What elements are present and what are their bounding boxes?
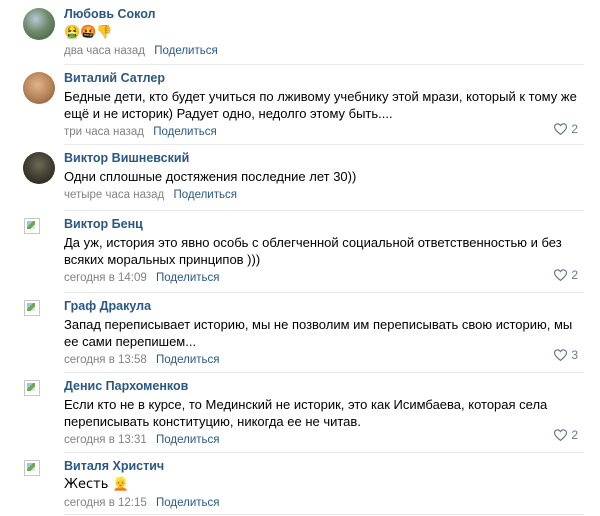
avatar-broken-image-icon[interactable] bbox=[24, 218, 40, 234]
like-count: 2 bbox=[571, 122, 578, 136]
share-link[interactable]: Поделиться bbox=[156, 272, 220, 284]
share-link[interactable]: Поделиться bbox=[156, 434, 220, 446]
comment-text: Да уж, история это явно особь с облегчен… bbox=[64, 235, 562, 267]
comment-time[interactable]: сегодня в 13:31 bbox=[64, 434, 147, 446]
heart-outline-icon bbox=[554, 349, 568, 361]
share-link[interactable]: Поделиться bbox=[154, 45, 218, 57]
avatar[interactable] bbox=[23, 8, 55, 40]
avatar[interactable] bbox=[23, 72, 55, 104]
heart-outline-icon bbox=[554, 269, 568, 281]
comment-time[interactable]: сегодня в 12:15 bbox=[64, 497, 147, 509]
comment-text: Одни сплошные достяжения последние лет 3… bbox=[64, 169, 357, 184]
like-button[interactable]: 2 bbox=[554, 122, 578, 136]
like-button[interactable]: 2 bbox=[554, 428, 578, 442]
share-link[interactable]: Поделиться bbox=[156, 497, 220, 509]
avatar-broken-image-icon[interactable] bbox=[24, 460, 40, 476]
comment-item: Виктор Бенц Да уж, история это явно особ… bbox=[0, 210, 600, 292]
comment-time[interactable]: четыре часа назад bbox=[64, 189, 164, 201]
avatar-broken-image-icon[interactable] bbox=[24, 300, 40, 316]
comment-item: Виталий Сатлер Бедные дети, кто будет уч… bbox=[0, 64, 600, 144]
comment-author[interactable]: Граф Дракула bbox=[64, 298, 584, 314]
share-link[interactable]: Поделиться bbox=[153, 126, 217, 138]
comment-author[interactable]: Денис Пархоменков bbox=[64, 378, 584, 394]
comment-text: 🤮🤬👎 bbox=[64, 25, 113, 40]
like-button[interactable]: 2 bbox=[554, 268, 578, 282]
comment-item: Виктор Вишневский Одни сплошные достяжен… bbox=[0, 144, 600, 210]
like-count: 2 bbox=[571, 268, 578, 282]
avatar[interactable] bbox=[23, 152, 55, 184]
share-link[interactable]: Поделиться bbox=[173, 189, 237, 201]
like-count: 2 bbox=[571, 428, 578, 442]
divider bbox=[64, 514, 584, 515]
comment-author[interactable]: Виктор Бенц bbox=[64, 216, 584, 232]
comment-author[interactable]: Любовь Сокол bbox=[64, 6, 584, 22]
heart-outline-icon bbox=[554, 429, 568, 441]
comment-time[interactable]: два часа назад bbox=[64, 45, 145, 57]
comment-text: Запад переписывает историю, мы не позвол… bbox=[64, 317, 573, 349]
comment-item: Виталя Христич Жесть 👱 сегодня в 12:15 П… bbox=[0, 452, 600, 516]
comment-item: Граф Дракула Запад переписывает историю,… bbox=[0, 292, 600, 372]
heart-outline-icon bbox=[554, 123, 568, 135]
comment-text: Бедные дети, кто будет учиться по лживом… bbox=[64, 89, 577, 121]
share-link[interactable]: Поделиться bbox=[156, 354, 220, 366]
comments-list: Любовь Сокол 🤮🤬👎 два часа назад Поделить… bbox=[0, 0, 600, 516]
comment-author[interactable]: Виталий Сатлер bbox=[64, 70, 584, 86]
comment-text: Если кто не в курсе, то Мединский не ист… bbox=[64, 397, 548, 429]
comment-item: Любовь Сокол 🤮🤬👎 два часа назад Поделить… bbox=[0, 0, 600, 64]
comment-time[interactable]: три часа назад bbox=[64, 126, 144, 138]
avatar-broken-image-icon[interactable] bbox=[24, 380, 40, 396]
comment-time[interactable]: сегодня в 13:58 bbox=[64, 354, 147, 366]
comment-author[interactable]: Виталя Христич bbox=[64, 458, 584, 474]
like-count: 3 bbox=[571, 348, 578, 362]
comment-author[interactable]: Виктор Вишневский bbox=[64, 150, 584, 166]
comment-time[interactable]: сегодня в 14:09 bbox=[64, 272, 147, 284]
like-button[interactable]: 3 bbox=[554, 348, 578, 362]
comment-item: Денис Пархоменков Если кто не в курсе, т… bbox=[0, 372, 600, 452]
comment-text: Жесть 👱 bbox=[64, 477, 129, 492]
